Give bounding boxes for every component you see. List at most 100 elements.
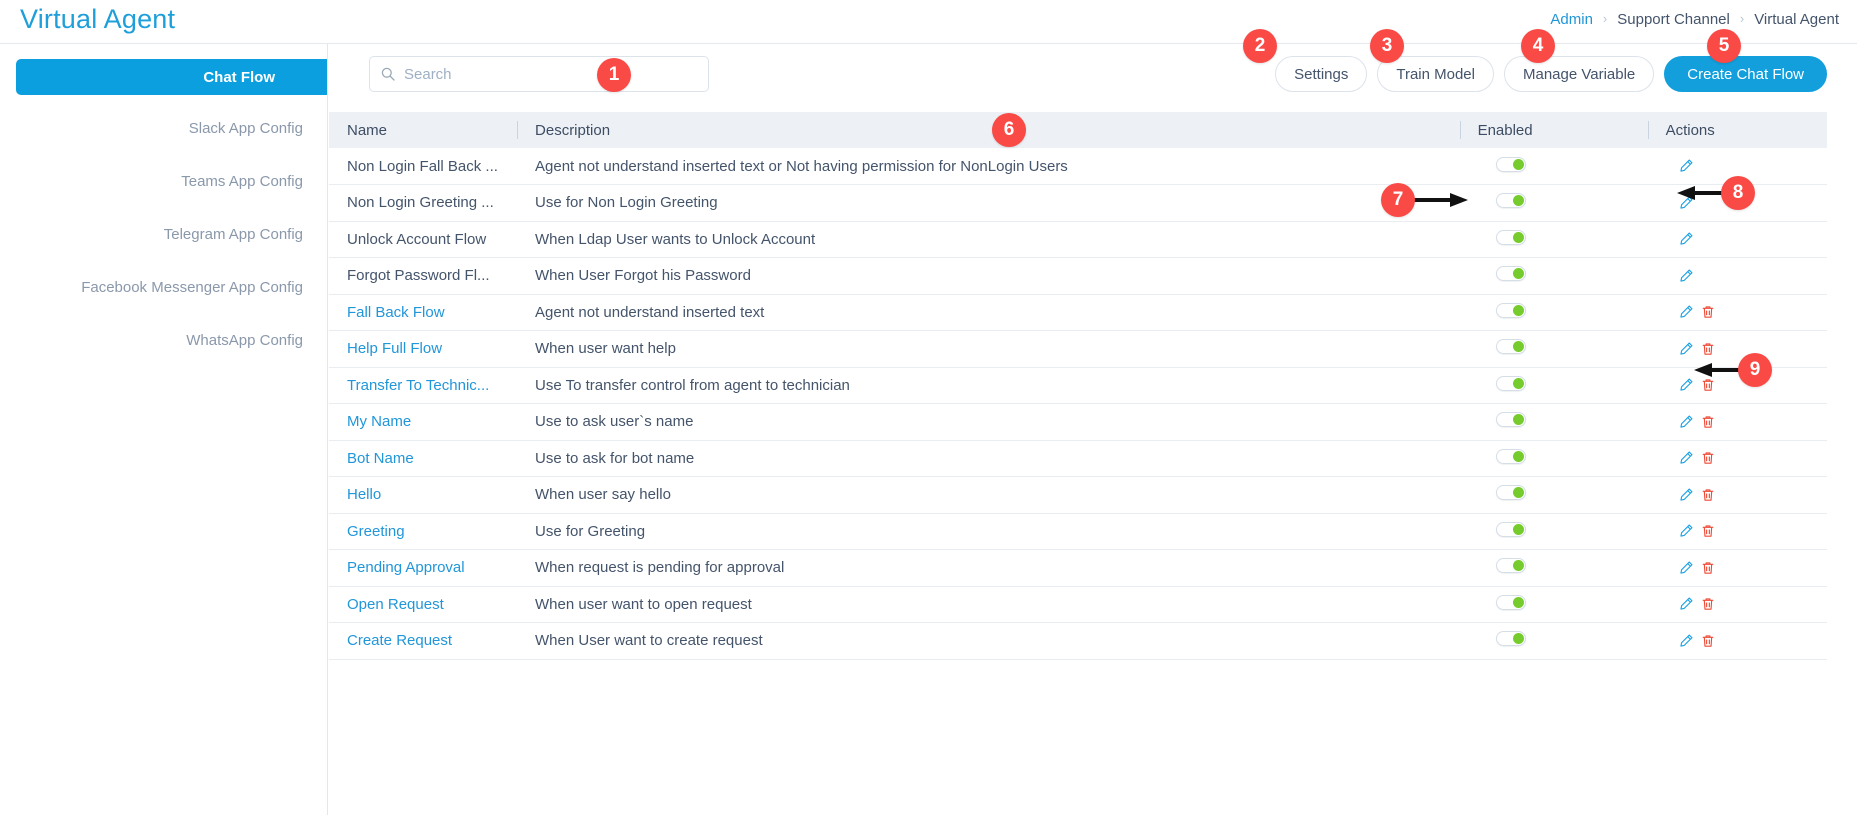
enabled-toggle[interactable] [1495, 558, 1526, 574]
row-actions [1678, 304, 1827, 320]
enabled-toggle[interactable] [1495, 375, 1526, 391]
sidebar-item-label: Teams App Config [181, 172, 303, 190]
sidebar-item-facebook-messenger-app-config[interactable]: Facebook Messenger App Config [15, 269, 327, 305]
annotation-marker-9: 9 [1738, 353, 1772, 387]
flow-description-cell: When user want to open request [517, 586, 1460, 623]
flow-name-link[interactable]: Help Full Flow [347, 340, 442, 357]
flow-name-link[interactable]: Create Request [347, 632, 452, 649]
flow-name-link[interactable]: Hello [347, 486, 381, 503]
flow-name-link[interactable]: Transfer To Technic... [347, 377, 489, 394]
enabled-toggle[interactable] [1495, 631, 1526, 647]
flow-actions-cell [1647, 294, 1827, 331]
enabled-toggle[interactable] [1495, 448, 1526, 464]
enabled-toggle[interactable] [1495, 156, 1526, 172]
breadcrumb-item-support-channel[interactable]: Support Channel [1617, 11, 1730, 28]
delete-icon[interactable] [1700, 487, 1716, 503]
table-header-row: Name Description Enabled Actions [329, 112, 1827, 148]
flow-enabled-cell [1459, 622, 1648, 660]
delete-icon[interactable] [1700, 450, 1716, 466]
enabled-toggle[interactable] [1495, 412, 1526, 428]
flow-actions-cell [1647, 513, 1827, 550]
edit-icon[interactable] [1678, 158, 1694, 174]
row-actions [1678, 560, 1827, 576]
flow-enabled-cell [1459, 476, 1648, 514]
search-input[interactable] [404, 59, 698, 89]
delete-icon[interactable] [1700, 341, 1716, 357]
edit-icon[interactable] [1678, 560, 1694, 576]
breadcrumb-item-admin[interactable]: Admin [1550, 11, 1593, 28]
enabled-toggle[interactable] [1495, 485, 1526, 501]
flow-name-link[interactable]: Pending Approval [347, 559, 465, 576]
delete-icon[interactable] [1700, 633, 1716, 649]
flow-name-cell: Help Full Flow [329, 330, 518, 368]
flow-actions-cell [1647, 549, 1827, 587]
top-bar: Virtual Agent Admin › Support Channel › … [0, 0, 1857, 44]
create-chat-flow-button[interactable]: Create Chat Flow [1664, 56, 1827, 92]
flow-description-cell: When User Forgot his Password [517, 257, 1460, 295]
edit-icon[interactable] [1678, 268, 1694, 284]
edit-icon[interactable] [1678, 523, 1694, 539]
flow-name-link[interactable]: Bot Name [347, 450, 414, 467]
settings-button[interactable]: Settings [1275, 56, 1368, 92]
flow-name-cell: My Name [329, 403, 518, 441]
breadcrumb-item-virtual-agent: Virtual Agent [1754, 11, 1839, 28]
sidebar-item-teams-app-config[interactable]: Teams App Config [15, 163, 327, 199]
sidebar-item-whatsapp-config[interactable]: WhatsApp Config [15, 322, 327, 358]
sidebar-item-chat-flow[interactable]: Chat Flow [16, 59, 327, 95]
sidebar-item-label: Slack App Config [188, 119, 303, 137]
flow-name-cell: Transfer To Technic... [329, 367, 518, 404]
flow-name-link[interactable]: My Name [347, 413, 411, 430]
train-model-button[interactable]: Train Model [1377, 56, 1494, 92]
flow-actions-cell [1647, 440, 1827, 477]
toggle-knob [1512, 414, 1524, 426]
flow-description-cell: Use for Non Login Greeting [517, 184, 1460, 222]
delete-icon[interactable] [1700, 560, 1716, 576]
table-row: Create Request When User want to create r… [329, 622, 1827, 660]
edit-icon[interactable] [1678, 341, 1694, 357]
flow-enabled-cell [1459, 221, 1648, 258]
flow-description-cell: When user say hello [517, 476, 1460, 514]
toggle-knob [1512, 450, 1524, 462]
flow-description-cell: Agent not understand inserted text or No… [517, 148, 1460, 185]
enabled-toggle[interactable] [1495, 521, 1526, 537]
flows-table-wrapper: Name Description Enabled Actions Non Log… [329, 112, 1857, 660]
flow-enabled-cell [1459, 513, 1648, 550]
delete-icon[interactable] [1700, 304, 1716, 320]
edit-icon[interactable] [1678, 487, 1694, 503]
virtual-agent-page: Virtual Agent Admin › Support Channel › … [0, 0, 1857, 815]
row-actions [1678, 268, 1827, 284]
enabled-toggle[interactable] [1495, 193, 1526, 209]
delete-icon[interactable] [1700, 523, 1716, 539]
flow-name-link[interactable]: Open Request [347, 596, 444, 613]
edit-icon[interactable] [1678, 414, 1694, 430]
table-row: Greeting Use for Greeting [329, 513, 1827, 550]
flow-description-cell: When Ldap User wants to Unlock Account [517, 221, 1460, 258]
flow-actions-cell [1647, 221, 1827, 258]
toggle-knob [1512, 268, 1524, 280]
flow-name-text: Forgot Password Fl... [347, 267, 490, 285]
edit-icon[interactable] [1678, 596, 1694, 612]
flow-description-cell: Agent not understand inserted text [517, 294, 1460, 331]
delete-icon[interactable] [1700, 414, 1716, 430]
edit-icon[interactable] [1678, 231, 1694, 247]
delete-icon[interactable] [1700, 596, 1716, 612]
enabled-toggle[interactable] [1495, 266, 1526, 282]
sidebar-item-label: Chat Flow [203, 68, 275, 86]
edit-icon[interactable] [1678, 304, 1694, 320]
annotation-marker-7: 7 [1381, 183, 1415, 217]
table-row: Forgot Password Fl... When User Forgot hi… [329, 257, 1827, 295]
sidebar-item-slack-app-config[interactable]: Slack App Config [15, 110, 327, 146]
enabled-toggle[interactable] [1495, 302, 1526, 318]
manage-variable-button[interactable]: Manage Variable [1503, 56, 1655, 92]
column-header-enabled: Enabled [1459, 112, 1648, 148]
flow-name-link[interactable]: Fall Back Flow [347, 304, 445, 321]
enabled-toggle[interactable] [1495, 594, 1526, 610]
flow-name-link[interactable]: Greeting [347, 523, 405, 540]
flow-description-cell: Use for Greeting [517, 513, 1460, 550]
enabled-toggle[interactable] [1495, 229, 1526, 245]
edit-icon[interactable] [1678, 633, 1694, 649]
enabled-toggle[interactable] [1495, 339, 1526, 355]
sidebar-item-telegram-app-config[interactable]: Telegram App Config [15, 216, 327, 252]
search-box[interactable] [369, 56, 709, 92]
edit-icon[interactable] [1678, 450, 1694, 466]
